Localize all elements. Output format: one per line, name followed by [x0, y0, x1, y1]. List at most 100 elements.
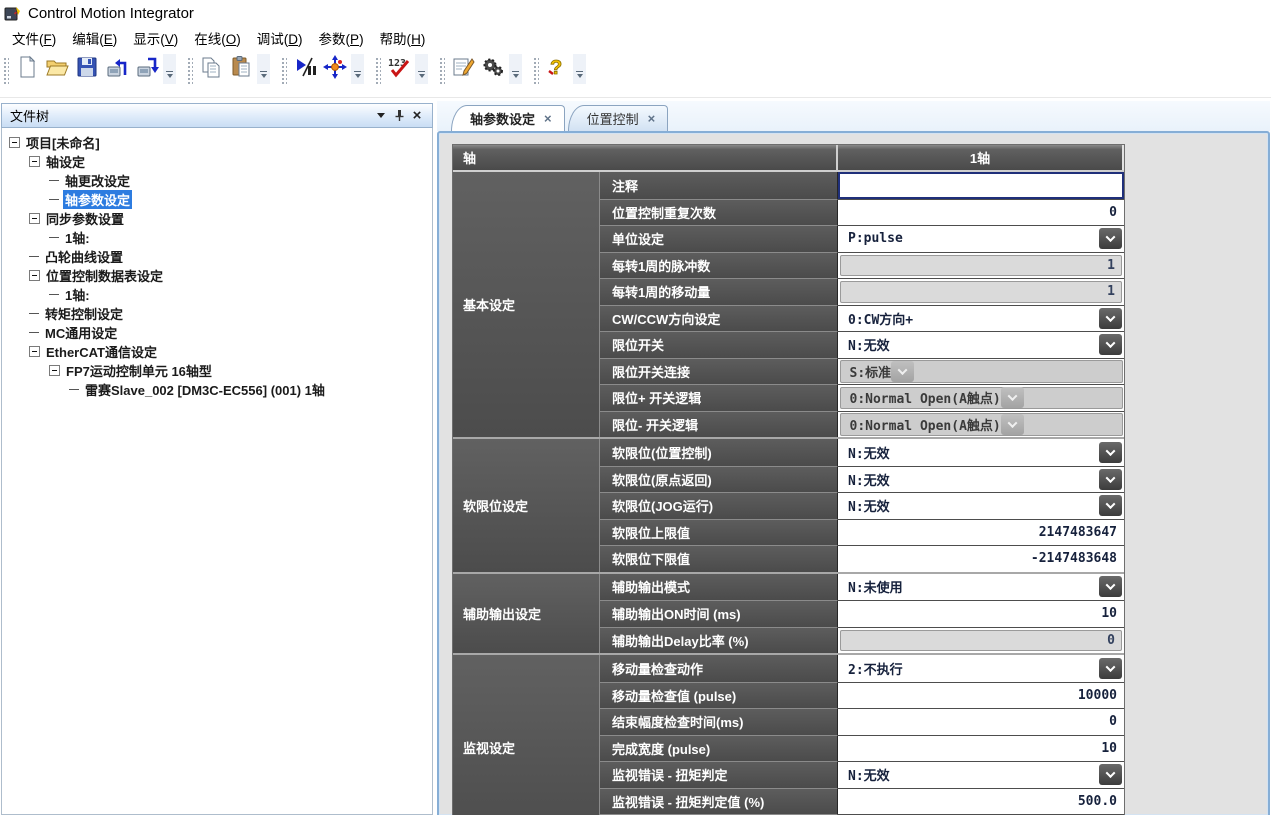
- dropdown-arrow-icon[interactable]: [1099, 228, 1122, 249]
- number-input[interactable]: -2147483648: [838, 546, 1124, 572]
- param-value-cell[interactable]: N:未使用: [838, 574, 1124, 601]
- verify-parameters-button[interactable]: 123: [384, 54, 414, 84]
- param-value-cell[interactable]: N:无效: [838, 331, 1124, 358]
- chevron-down-icon[interactable]: [372, 108, 390, 124]
- toolbar-overflow-chevron-icon[interactable]: [351, 54, 364, 84]
- dropdown-select[interactable]: 2:不执行: [838, 655, 1124, 682]
- tree-node[interactable]: FP7运动控制单元 16轴型: [2, 361, 432, 380]
- edit-parameters-button[interactable]: [448, 54, 478, 84]
- dropdown-select[interactable]: 0:CW方向+: [838, 306, 1124, 332]
- param-value-cell[interactable]: 2147483647: [838, 519, 1124, 546]
- tree-node[interactable]: 同步参数设置: [2, 209, 432, 228]
- param-value-cell[interactable]: -2147483648: [838, 545, 1124, 572]
- toolbar-grip-handle[interactable]: [532, 56, 539, 84]
- tab-close-icon[interactable]: ×: [648, 111, 656, 126]
- param-value-cell[interactable]: [838, 172, 1124, 199]
- toolbar-grip-handle[interactable]: [374, 56, 381, 84]
- run-pause-button[interactable]: [290, 54, 320, 84]
- paste-button[interactable]: [226, 54, 256, 84]
- tree-node[interactable]: 位置控制数据表设定: [2, 266, 432, 285]
- number-input[interactable]: 10000: [838, 683, 1124, 709]
- menu-item-H[interactable]: 帮助(H): [372, 26, 434, 50]
- dropdown-arrow-icon[interactable]: [1099, 334, 1122, 355]
- param-value-cell[interactable]: 0: [838, 199, 1124, 226]
- save-project-button[interactable]: [72, 54, 102, 84]
- tree-node[interactable]: 1轴:: [2, 228, 432, 247]
- number-input[interactable]: 0: [838, 709, 1124, 735]
- dropdown-arrow-icon[interactable]: [1099, 658, 1122, 679]
- dropdown-select[interactable]: N:无效: [838, 493, 1124, 519]
- param-value-cell[interactable]: 10: [838, 600, 1124, 627]
- param-value-cell[interactable]: 10000: [838, 682, 1124, 709]
- file-tree-header[interactable]: 文件树 ×: [1, 103, 433, 128]
- param-value-cell[interactable]: P:pulse: [838, 225, 1124, 252]
- menu-item-P[interactable]: 参数(P): [311, 26, 372, 50]
- dropdown-select[interactable]: N:无效: [838, 762, 1124, 788]
- toolbar-overflow-chevron-icon[interactable]: [573, 54, 586, 84]
- param-value-cell[interactable]: 0:CW方向+: [838, 305, 1124, 332]
- param-value-cell[interactable]: 0: [838, 627, 1124, 654]
- open-project-button[interactable]: [42, 54, 72, 84]
- number-input[interactable]: 10: [838, 736, 1124, 762]
- number-input[interactable]: 2147483647: [838, 520, 1124, 546]
- dropdown-arrow-icon[interactable]: [1099, 442, 1122, 463]
- tab-inactive[interactable]: 位置控制×: [568, 105, 669, 131]
- toolbar-overflow-chevron-icon[interactable]: [163, 54, 176, 84]
- toolbar-grip-handle[interactable]: [280, 56, 287, 84]
- tree-expander-icon[interactable]: [29, 270, 40, 281]
- menu-item-E[interactable]: 编辑(E): [64, 26, 125, 50]
- dropdown-select[interactable]: N:无效: [838, 439, 1124, 466]
- dropdown-arrow-icon[interactable]: [1099, 576, 1122, 597]
- param-value-cell[interactable]: 1: [838, 278, 1124, 305]
- help-button[interactable]: ?: [542, 54, 572, 84]
- param-value-cell[interactable]: 10: [838, 735, 1124, 762]
- dropdown-select[interactable]: P:pulse: [838, 226, 1124, 252]
- dropdown-select[interactable]: N:无效: [838, 332, 1124, 358]
- param-value-cell[interactable]: N:无效: [838, 439, 1124, 466]
- tree-node[interactable]: 1轴:: [2, 285, 432, 304]
- menu-item-O[interactable]: 在线(O): [186, 26, 249, 50]
- new-file-button[interactable]: [12, 54, 42, 84]
- dropdown-arrow-icon[interactable]: [1099, 495, 1122, 516]
- menu-item-V[interactable]: 显示(V): [125, 26, 186, 50]
- menu-item-F[interactable]: 文件(F): [4, 26, 64, 50]
- settings-gears-button[interactable]: [478, 54, 508, 84]
- tree-node[interactable]: 轴更改设定: [2, 171, 432, 190]
- number-input[interactable]: 10: [838, 601, 1124, 627]
- number-input[interactable]: 500.0: [838, 789, 1124, 815]
- dropdown-arrow-icon[interactable]: [1099, 308, 1122, 329]
- number-input[interactable]: 0: [838, 200, 1124, 226]
- toolbar-grip-handle[interactable]: [438, 56, 445, 84]
- comment-text-input[interactable]: [838, 172, 1124, 199]
- dropdown-arrow-icon[interactable]: [1099, 764, 1122, 785]
- param-value-cell[interactable]: 500.0: [838, 788, 1124, 815]
- toolbar-overflow-chevron-icon[interactable]: [257, 54, 270, 84]
- tree-node-selected[interactable]: 轴参数设定: [2, 190, 432, 209]
- tab-active[interactable]: 轴参数设定×: [451, 105, 565, 131]
- tree-node[interactable]: 轴设定: [2, 152, 432, 171]
- close-icon[interactable]: ×: [408, 108, 426, 124]
- copy-button[interactable]: [196, 54, 226, 84]
- upload-from-device-button[interactable]: [102, 54, 132, 84]
- toolbar-grip-handle[interactable]: [186, 56, 193, 84]
- tree-expander-icon[interactable]: [9, 137, 20, 148]
- tree-expander-icon[interactable]: [29, 213, 40, 224]
- param-value-cell[interactable]: 2:不执行: [838, 655, 1124, 682]
- dropdown-select[interactable]: N:无效: [838, 467, 1124, 493]
- param-value-cell[interactable]: 0: [838, 708, 1124, 735]
- tree-node[interactable]: 项目[未命名]: [2, 133, 432, 152]
- param-value-cell[interactable]: S:标准: [838, 358, 1124, 385]
- toolbar-overflow-chevron-icon[interactable]: [509, 54, 522, 84]
- pin-icon[interactable]: [390, 108, 408, 124]
- tree-expander-icon[interactable]: [29, 346, 40, 357]
- download-to-device-button[interactable]: [132, 54, 162, 84]
- param-value-cell[interactable]: 1: [838, 252, 1124, 279]
- tree-node[interactable]: 转矩控制设定: [2, 304, 432, 323]
- tree-node[interactable]: EtherCAT通信设定: [2, 342, 432, 361]
- tab-close-icon[interactable]: ×: [544, 111, 552, 126]
- param-value-cell[interactable]: 0:Normal Open(A触点): [838, 411, 1124, 438]
- dropdown-select[interactable]: N:未使用: [838, 574, 1124, 601]
- toolbar-overflow-chevron-icon[interactable]: [415, 54, 428, 84]
- tree-expander-icon[interactable]: [49, 365, 60, 376]
- tree-node[interactable]: 凸轮曲线设置: [2, 247, 432, 266]
